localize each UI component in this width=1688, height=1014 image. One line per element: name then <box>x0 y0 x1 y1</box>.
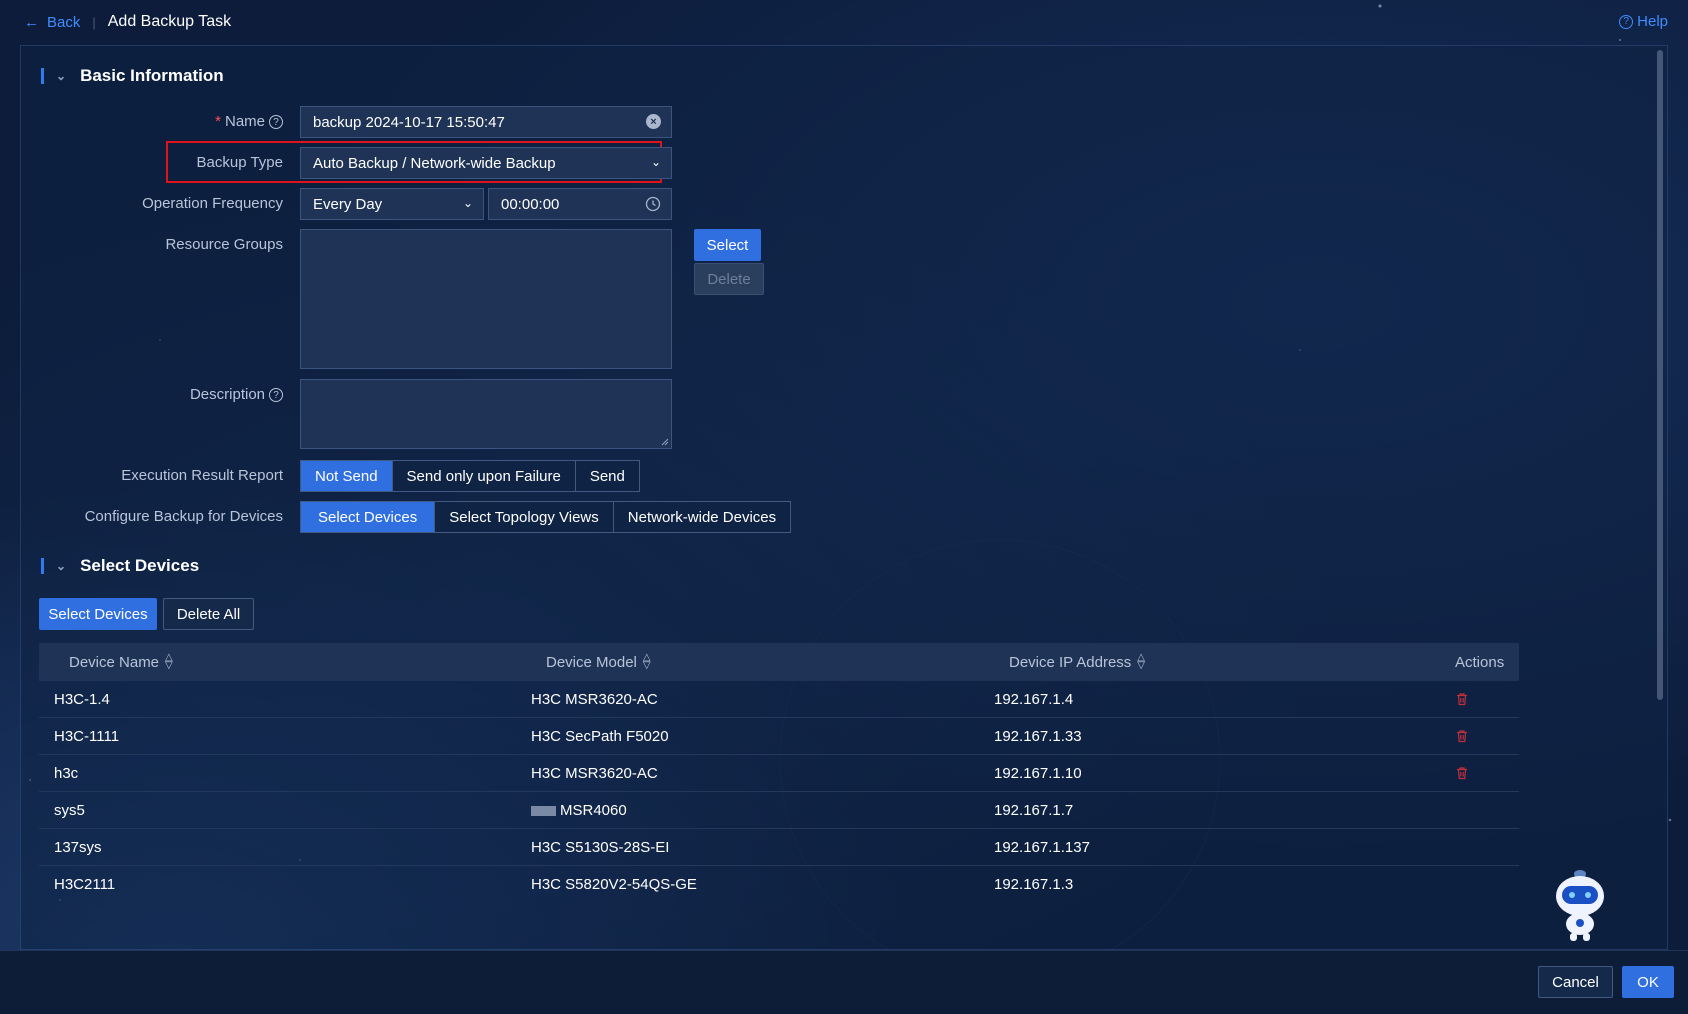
column-device-ip[interactable]: Device IP Address △ ▽ <box>1009 653 1145 671</box>
device-model-cell: H3C SecPath F5020 <box>531 728 669 745</box>
device-name-cell: h3c <box>54 765 79 782</box>
device-name-cell: H3C-1.4 <box>54 691 110 708</box>
trash-icon[interactable] <box>1455 729 1469 747</box>
resize-handle-icon[interactable] <box>661 438 669 446</box>
chevron-down-icon: ⌄ <box>56 69 67 83</box>
option-network-wide[interactable]: Network-wide Devices <box>613 502 791 532</box>
backup-type-select[interactable]: Auto Backup / Network-wide Backup ⌄ <box>300 147 672 179</box>
device-model-cell: H3C MSR3620-AC <box>531 691 658 708</box>
name-input[interactable]: backup 2024-10-17 15:50:47 × <box>300 106 672 138</box>
table-row: sys5 MSR4060 192.167.1.7 <box>39 792 1519 829</box>
frequency-value: Every Day <box>313 195 383 213</box>
form-panel: ⌄ Basic Information * Name? backup 2024-1… <box>20 45 1668 950</box>
select-resource-button[interactable]: Select <box>694 229 761 261</box>
cancel-button[interactable]: Cancel <box>1538 966 1613 998</box>
frequency-select[interactable]: Every Day ⌄ <box>300 188 484 220</box>
sort-icon[interactable]: △ ▽ <box>1137 653 1145 671</box>
resource-groups-list[interactable] <box>300 229 672 369</box>
table-row: H3C-1.4 H3C MSR3620-AC 192.167.1.4 <box>39 681 1519 718</box>
delete-resource-button[interactable]: Delete <box>694 263 764 295</box>
ok-button[interactable]: OK <box>1622 966 1674 998</box>
option-topology-views[interactable]: Select Topology Views <box>435 502 614 532</box>
table-row: H3C-1111 H3C SecPath F5020 192.167.1.33 <box>39 718 1519 755</box>
breadcrumb-separator: | <box>92 14 96 30</box>
question-circle-icon[interactable]: ? <box>269 388 283 403</box>
option-select-devices[interactable]: Select Devices <box>301 502 436 532</box>
assistant-robot-icon[interactable] <box>1550 866 1610 951</box>
device-ip-cell: 192.167.1.4 <box>994 691 1074 708</box>
time-picker[interactable]: 00:00:00 <box>488 188 672 220</box>
device-ip-cell: 192.167.1.33 <box>994 728 1082 745</box>
device-model-cell: H3C S5130S-28S-EI <box>531 839 670 856</box>
chevron-down-icon: ⌄ <box>650 155 661 169</box>
device-model-cell: H3C S5820V2-54QS-GE <box>531 876 697 893</box>
device-name-cell: H3C2111 <box>54 876 116 893</box>
name-value: backup 2024-10-17 15:50:47 <box>313 113 505 131</box>
redacted-block <box>531 805 556 816</box>
trash-icon[interactable] <box>1455 766 1469 784</box>
section-marker <box>41 68 44 84</box>
description-textarea[interactable] <box>300 379 672 449</box>
trash-icon[interactable] <box>1455 692 1469 710</box>
backup-type-label: Backup Type <box>196 154 283 171</box>
configure-label: Configure Backup for Devices <box>84 508 283 525</box>
select-devices-button[interactable]: Select Devices <box>39 598 157 630</box>
device-name-cell: 137sys <box>54 839 102 856</box>
help-label: Help <box>1637 13 1668 30</box>
device-ip-cell: 192.167.1.137 <box>994 839 1090 856</box>
back-link[interactable]: ← Back <box>24 14 80 31</box>
frequency-label: Operation Frequency <box>142 195 283 212</box>
option-send-on-failure[interactable]: Send only upon Failure <box>392 461 576 491</box>
table-row: 137sys H3C S5130S-28S-EI 192.167.1.137 <box>39 829 1519 866</box>
top-bar: ← Back | Add Backup Task ? Help <box>0 0 1688 44</box>
table-row: H3C2111 H3C S5820V2-54QS-GE 192.167.1.3 <box>39 866 1519 903</box>
section-title: Select Devices <box>80 556 200 575</box>
question-circle-icon: ? <box>1619 14 1634 29</box>
clock-icon <box>645 196 661 216</box>
device-ip-cell: 192.167.1.7 <box>994 802 1074 819</box>
time-value: 00:00:00 <box>501 195 560 213</box>
device-ip-cell: 192.167.1.10 <box>994 765 1082 782</box>
device-model-cell: MSR4060 <box>531 802 627 819</box>
column-actions: Actions <box>1455 653 1505 671</box>
device-name-cell: sys5 <box>54 802 85 819</box>
sort-icon[interactable]: △ ▽ <box>165 653 173 671</box>
clear-icon[interactable]: × <box>646 114 661 129</box>
section-marker <box>41 558 44 574</box>
resource-groups-label: Resource Groups <box>165 236 283 253</box>
result-report-label: Execution Result Report <box>121 467 283 484</box>
footer-bar: Cancel OK <box>0 950 1688 1014</box>
table-header: Device Name △ ▽ Device Model △ ▽ Device IP… <box>39 643 1519 681</box>
chevron-down-icon: ⌄ <box>56 559 67 573</box>
section-select-devices[interactable]: ⌄ Select Devices <box>41 556 199 576</box>
sort-icon[interactable]: △ ▽ <box>643 653 651 671</box>
chevron-down-icon: ⌄ <box>462 196 473 210</box>
delete-all-button[interactable]: Delete All <box>163 598 254 630</box>
configure-segmented: Select Devices Select Topology Views Net… <box>300 501 792 533</box>
devices-table: Device Name △ ▽ Device Model △ ▽ Device IP… <box>39 643 1519 903</box>
device-name-cell: H3C-1111 <box>54 728 120 745</box>
name-label: * Name? <box>21 113 283 130</box>
result-report-segmented: Not Send Send only upon Failure Send <box>300 460 640 492</box>
back-label: Back <box>47 13 81 31</box>
vertical-scrollbar[interactable] <box>1657 50 1663 700</box>
option-not-send[interactable]: Not Send <box>301 461 393 491</box>
question-circle-icon[interactable]: ? <box>269 115 283 130</box>
backup-type-value: Auto Backup / Network-wide Backup <box>313 154 556 172</box>
table-row: h3c H3C MSR3620-AC 192.167.1.10 <box>39 755 1519 792</box>
device-model-cell: H3C MSR3620-AC <box>531 765 658 782</box>
column-device-name[interactable]: Device Name △ ▽ <box>69 653 173 671</box>
option-send[interactable]: Send <box>575 461 639 491</box>
arrow-left-icon: ← <box>24 13 39 31</box>
help-link[interactable]: ? Help <box>1619 13 1668 30</box>
required-asterisk: * <box>215 113 221 130</box>
section-basic-information[interactable]: ⌄ Basic Information <box>41 66 224 86</box>
column-device-model[interactable]: Device Model △ ▽ <box>546 653 651 671</box>
section-title: Basic Information <box>80 66 224 85</box>
device-ip-cell: 192.167.1.3 <box>994 876 1074 893</box>
description-label: Description? <box>21 386 283 403</box>
page-title: Add Backup Task <box>107 13 232 30</box>
